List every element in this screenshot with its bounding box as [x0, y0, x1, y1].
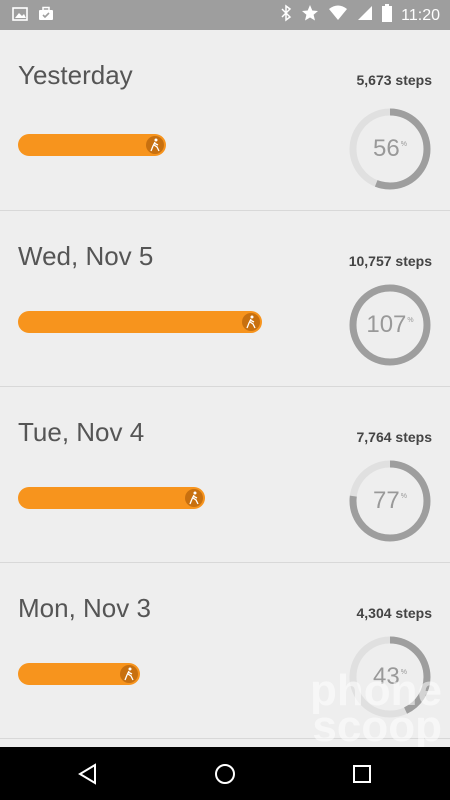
- day-card[interactable]: Tue, Nov 4 7,764 steps 77%: [0, 387, 450, 563]
- step-progress-bar: [18, 311, 262, 333]
- percent-value: 56: [373, 135, 400, 162]
- step-history-list[interactable]: Yesterday 5,673 steps 56% Wed, Nov 5 10,…: [0, 30, 450, 747]
- walking-icon: [146, 136, 164, 154]
- back-icon[interactable]: [74, 760, 102, 788]
- day-card[interactable]: Yesterday 5,673 steps 56%: [0, 30, 450, 211]
- clock: 11:20: [401, 6, 440, 24]
- day-label: Yesterday: [18, 60, 133, 90]
- goal-percent-ring: 107%: [348, 283, 432, 367]
- step-progress-bar: [18, 487, 205, 509]
- home-icon[interactable]: [211, 760, 239, 788]
- wifi-icon: [328, 5, 348, 26]
- percent-value: 77: [373, 487, 400, 514]
- step-count: 4,304 steps: [356, 605, 433, 621]
- percent-sign: %: [407, 316, 414, 324]
- step-progress-bar: [18, 663, 140, 685]
- briefcase-icon: [38, 6, 54, 27]
- goal-percent: 107%: [348, 283, 432, 367]
- signal-icon: [357, 5, 373, 26]
- goal-percent: 77%: [348, 459, 432, 543]
- step-progress-bar: [18, 134, 166, 156]
- day-card[interactable]: Wed, Nov 5 10,757 steps 107%: [0, 211, 450, 387]
- walking-icon: [120, 665, 138, 683]
- walking-icon: [185, 489, 203, 507]
- recents-icon[interactable]: [348, 760, 376, 788]
- image-icon: [12, 6, 28, 27]
- step-count: 7,764 steps: [356, 429, 433, 445]
- step-count: 10,757 steps: [348, 253, 432, 269]
- watermark-line: scoop: [312, 702, 442, 751]
- star-icon: [301, 4, 319, 27]
- percent-sign: %: [400, 140, 407, 148]
- day-label: Mon, Nov 3: [18, 593, 151, 623]
- goal-percent-ring: 77%: [348, 459, 432, 543]
- day-label: Tue, Nov 4: [18, 417, 145, 447]
- status-bar: 11:20: [0, 0, 450, 30]
- percent-value: 107: [366, 311, 407, 338]
- step-count: 5,673 steps: [356, 72, 433, 88]
- goal-percent: 56%: [348, 107, 432, 191]
- percent-sign: %: [400, 492, 407, 500]
- battery-icon: [382, 4, 393, 27]
- day-label: Wed, Nov 5: [18, 241, 154, 271]
- navigation-bar: [0, 747, 450, 800]
- watermark-logo: phone scoop: [310, 669, 442, 751]
- bluetooth-icon: [280, 4, 292, 27]
- walking-icon: [242, 313, 260, 331]
- goal-percent-ring: 56%: [348, 107, 432, 191]
